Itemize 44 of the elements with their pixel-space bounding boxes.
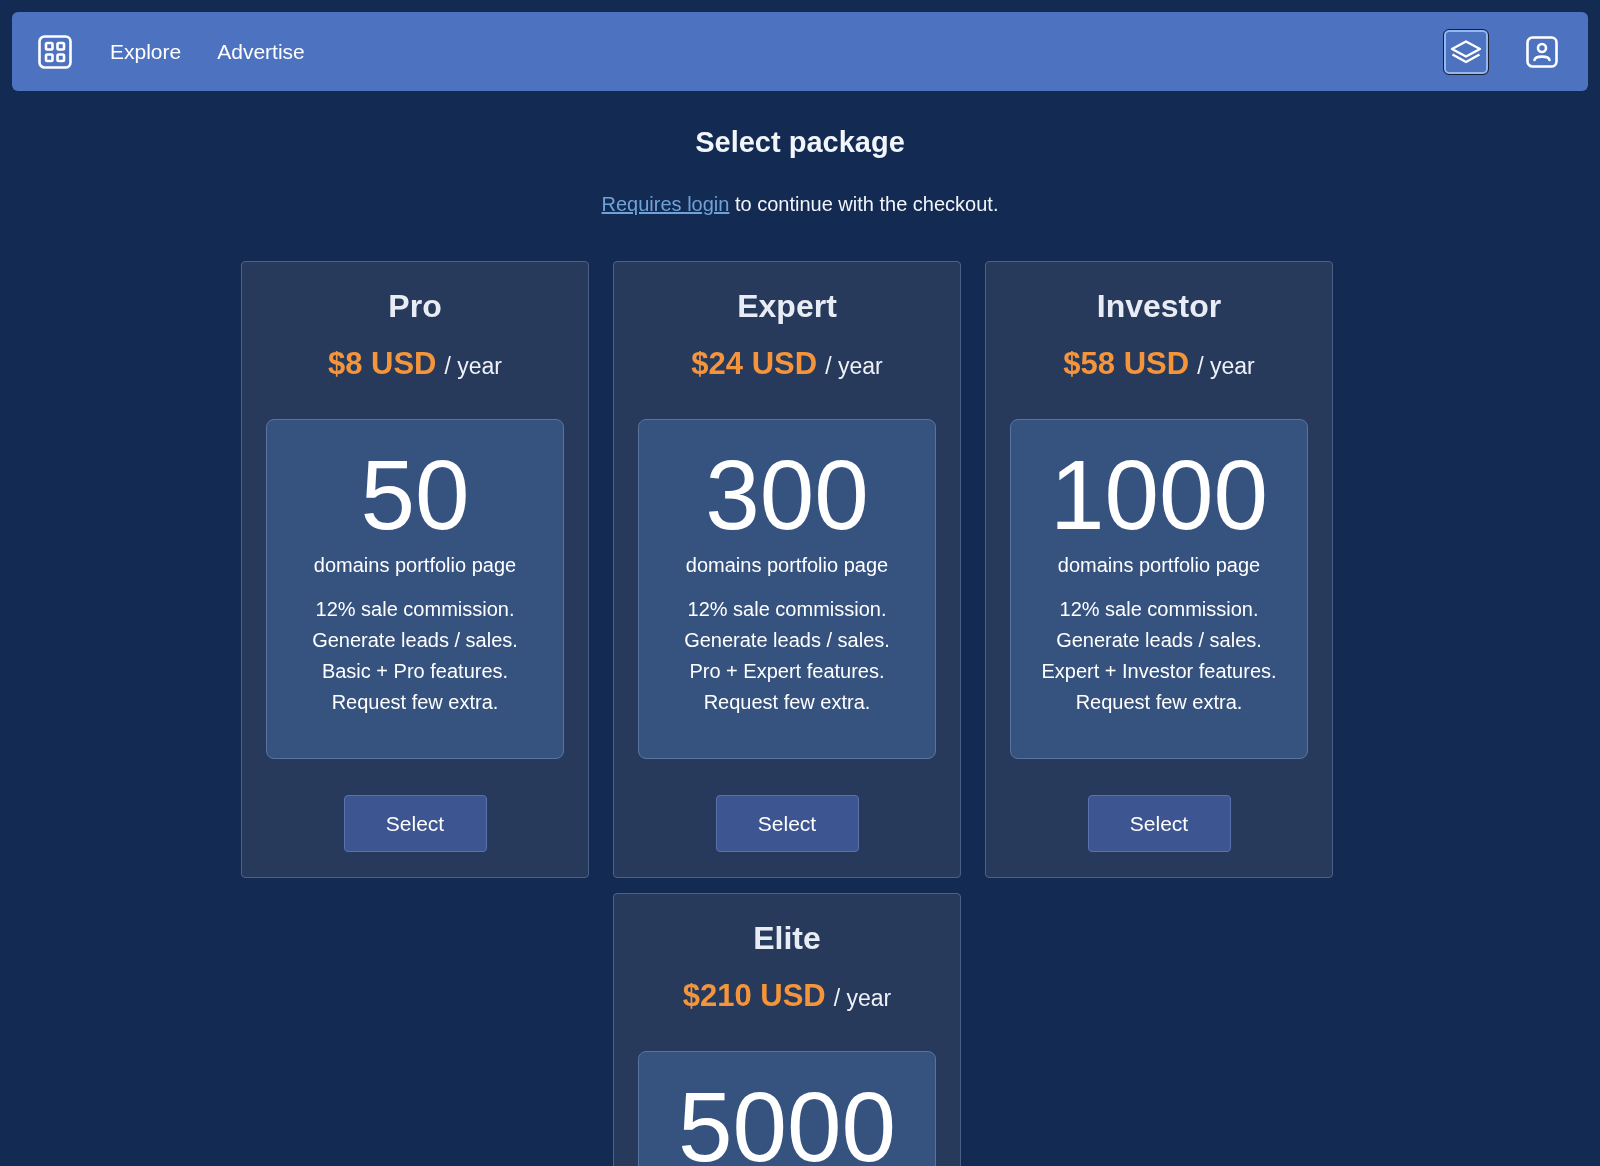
domain-count-label: domains portfolio page bbox=[1057, 553, 1261, 578]
page-title: Select package bbox=[694, 125, 906, 160]
feature-line: Expert + Investor features. bbox=[1041, 659, 1277, 684]
package-price: $24 USD bbox=[691, 345, 818, 383]
domain-count: 300 bbox=[705, 440, 869, 550]
profile-button[interactable] bbox=[1524, 33, 1560, 70]
package-price: $210 USD bbox=[682, 977, 826, 1015]
feature-line: 12% sale commission. bbox=[687, 597, 887, 622]
feature-line: Request few extra. bbox=[703, 690, 871, 715]
nav-link[interactable]: Explore bbox=[110, 35, 182, 68]
domain-count: 5000 bbox=[678, 1072, 896, 1166]
profile-icon bbox=[1526, 35, 1558, 68]
package-name: Investor bbox=[1096, 287, 1222, 326]
package-name: Elite bbox=[753, 919, 821, 958]
price-period: / year bbox=[444, 352, 503, 381]
feature-line: Basic + Pro features. bbox=[321, 659, 509, 684]
feature-line: Generate leads / sales. bbox=[684, 628, 890, 653]
domain-count: 50 bbox=[360, 440, 470, 550]
feature-line: Generate leads / sales. bbox=[1056, 628, 1262, 653]
package-name: Expert bbox=[737, 287, 837, 326]
select-button[interactable]: Select bbox=[715, 795, 859, 852]
package-price: $8 USD bbox=[327, 345, 437, 383]
price-period: / year bbox=[833, 984, 892, 1013]
price-period: / year bbox=[825, 352, 883, 381]
layers-button[interactable] bbox=[1444, 29, 1488, 74]
login-notice: Requires login to continue with the checkout. bbox=[600, 192, 1000, 217]
feature-line: 12% sale commission. bbox=[315, 597, 515, 622]
feature-line: Request few extra. bbox=[331, 690, 499, 715]
login-link[interactable]: Requires login bbox=[601, 193, 730, 215]
domain-count: 1000 bbox=[1050, 440, 1268, 550]
feature-line: Generate leads / sales. bbox=[312, 628, 518, 653]
price-period: / year bbox=[1197, 352, 1255, 381]
feature-line: Request few extra. bbox=[1075, 690, 1243, 715]
nav-link[interactable]: Advertise bbox=[217, 35, 305, 68]
feature-line: 12% sale commission. bbox=[1059, 597, 1259, 622]
package-name: Pro bbox=[388, 287, 442, 326]
domain-count-label: domains portfolio page bbox=[313, 553, 517, 578]
package-price: $58 USD bbox=[1063, 345, 1190, 383]
feature-line: Pro + Expert features. bbox=[689, 659, 885, 684]
select-button[interactable]: Select bbox=[343, 795, 487, 852]
layers-icon bbox=[1450, 39, 1482, 64]
domain-count-label: domains portfolio page bbox=[685, 553, 889, 578]
grid-icon[interactable] bbox=[38, 34, 72, 69]
select-button[interactable]: Select bbox=[1087, 795, 1231, 852]
